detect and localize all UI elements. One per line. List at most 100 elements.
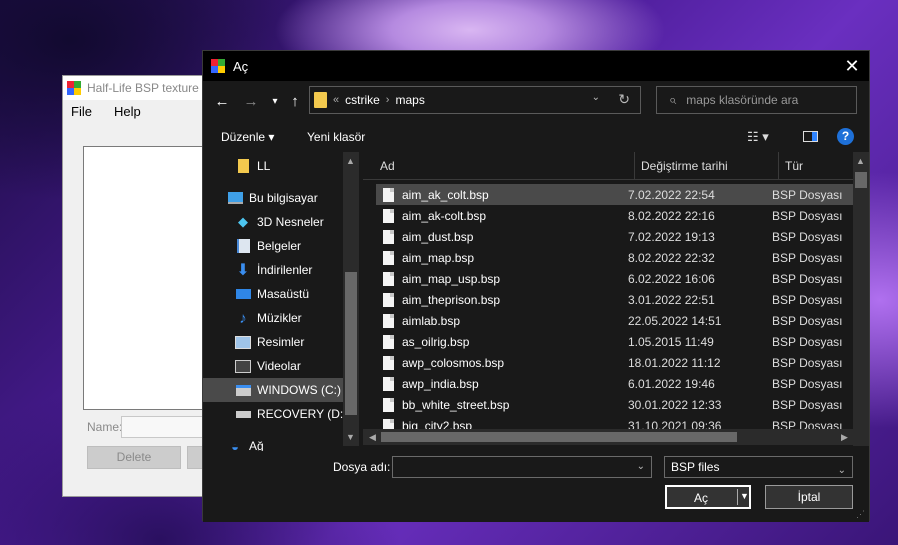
videos-icon [235,358,251,374]
file-row[interactable]: as_oilrig.bsp 1.05.2015 11:49 BSP Dosyası [376,331,853,352]
file-type: BSP Dosyası [772,292,843,307]
nav-item-ll[interactable]: LL [203,154,361,178]
forward-arrow-icon[interactable]: → [243,93,259,110]
file-type: BSP Dosyası [772,355,843,370]
up-arrow-icon[interactable]: ↑ [287,93,303,110]
file-name: aim_ak_colt.bsp [402,187,489,202]
file-name: aim_theprison.bsp [402,292,501,307]
file-row[interactable]: awp_india.bsp 6.01.2022 19:46 BSP Dosyası [376,373,853,394]
delete-button[interactable]: Delete [87,446,181,469]
scroll-up-icon[interactable]: ▲ [346,156,355,166]
address-bar[interactable]: « cstrike › maps ⌄ ↻ [309,86,641,114]
file-type: BSP Dosyası [772,271,843,286]
nav-item-this-pc[interactable]: Bu bilgisayar [203,186,361,210]
column-divider[interactable] [634,152,635,179]
file-type-select[interactable]: BSP files ⌄ [664,456,853,478]
column-divider[interactable] [778,152,779,179]
nav-item-documents[interactable]: Belgeler [203,234,361,258]
file-icon [383,271,394,286]
nav-item-pictures[interactable]: Resimler [203,330,361,354]
nav-pane-scrollbar[interactable]: ▲ ▼ [343,152,359,446]
file-row[interactable]: bb_white_street.bsp 30.01.2022 12:33 BSP D… [376,394,853,415]
address-dropdown-icon[interactable]: ⌄ [592,92,600,103]
nav-item-label: RECOVERY (D:) [257,407,348,421]
refresh-icon[interactable]: ↻ [618,91,630,108]
resize-grip-icon[interactable]: ⋰ [856,509,865,520]
breadcrumb-cstrike[interactable]: cstrike [345,93,380,107]
file-icon [383,313,394,328]
file-list-scrollbar[interactable]: ▲ [853,152,869,446]
command-toolbar: Düzenle ▾ Yeni klasör ☷ ▾ ? [203,123,869,151]
back-arrow-icon[interactable]: ← [214,93,230,110]
file-row[interactable]: aimlab.bsp 22.05.2022 14:51 BSP Dosyası [376,310,853,331]
file-row[interactable]: aim_theprison.bsp 3.01.2022 22:51 BSP Dosy… [376,289,853,310]
column-name[interactable]: Ad [380,159,395,173]
help-icon[interactable]: ? [837,128,854,145]
nav-item-label: 3D Nesneler [257,215,324,229]
breadcrumb-chevron-icon[interactable]: › [386,94,390,106]
nav-item-videos[interactable]: Videolar [203,354,361,378]
file-row[interactable]: aim_map.bsp 8.02.2022 22:32 BSP Dosyası [376,247,853,268]
nav-item-desktop[interactable]: Masaüstü [203,282,361,306]
close-icon[interactable]: ✕ [843,57,861,75]
file-name: aim_dust.bsp [402,229,474,244]
name-label: Name: [87,420,123,434]
menu-file[interactable]: File [71,104,92,119]
new-folder-button[interactable]: Yeni klasör [307,130,365,144]
menu-help[interactable]: Help [114,104,141,119]
scroll-up-icon[interactable]: ▲ [856,156,865,166]
file-date: 18.01.2022 11:12 [628,355,721,370]
dialog-titlebar[interactable]: Aç ✕ [203,51,869,81]
folder-icon [314,92,327,108]
preview-pane-icon[interactable] [803,131,818,142]
file-name-dropdown-icon[interactable]: ⌄ [637,461,645,472]
cancel-button[interactable]: İptal [765,485,853,509]
file-row[interactable]: aim_dust.bsp 7.02.2022 19:13 BSP Dosyası [376,226,853,247]
nav-item-3d-objects[interactable]: ◆ 3D Nesneler [203,210,361,234]
open-options-dropdown-icon[interactable]: ▼ [740,491,749,501]
documents-icon [235,238,251,254]
file-row[interactable]: aim_ak_colt.bsp 7.02.2022 22:54 BSP Dosyas… [376,184,853,205]
horizontal-scroll-thumb[interactable] [381,432,737,442]
nav-item-label: Belgeler [257,239,302,253]
file-row[interactable]: aim_map_usp.bsp 6.02.2022 16:06 BSP Dosyas… [376,268,853,289]
file-type: BSP Dosyası [772,208,843,223]
navigation-bar: ← → ▾ ↑ « cstrike › maps ⌄ ↻ ⌕ maps klas… [203,81,869,121]
search-box[interactable]: ⌕ maps klasöründe ara [656,86,857,114]
open-button[interactable]: Aç ▼ [665,485,751,509]
organize-menu[interactable]: Düzenle ▾ [221,130,274,144]
recent-locations-chevron-icon[interactable]: ▾ [267,96,283,107]
file-name-input[interactable]: ⌄ [392,456,652,478]
nav-pane-scroll-thumb[interactable] [345,272,357,415]
scroll-down-icon[interactable]: ▼ [346,432,355,442]
file-list-horizontal-scrollbar[interactable]: ◀ ▶ [363,429,853,445]
scroll-left-icon[interactable]: ◀ [369,432,376,443]
view-options-icon[interactable]: ☷ ▾ [747,129,769,145]
nav-item-network[interactable]: ◒ Ağ [203,434,361,453]
file-row[interactable]: aim_ak-colt.bsp 8.02.2022 22:16 BSP Dosyas… [376,205,853,226]
nav-item-downloads[interactable]: ⬇ İndirilenler [203,258,361,282]
file-list-scroll-thumb[interactable] [855,172,867,188]
nav-item-recovery-d[interactable]: RECOVERY (D:) [203,402,361,426]
drive-icon [235,406,251,422]
column-date[interactable]: Değiştirme tarihi [641,159,728,173]
file-row[interactable]: awp_colosmos.bsp 18.01.2022 11:12 BSP Dosy… [376,352,853,373]
file-date: 7.02.2022 19:13 [628,229,715,244]
breadcrumb-maps[interactable]: maps [395,93,424,107]
file-type-dropdown-icon[interactable]: ⌄ [838,461,846,481]
desktop-icon [235,286,251,302]
nav-item-label: İndirilenler [257,263,313,277]
file-date: 6.01.2022 19:46 [628,376,715,391]
file-date: 30.01.2022 12:33 [628,397,722,412]
column-type[interactable]: Tür [785,159,803,173]
download-icon: ⬇ [236,262,250,279]
split-divider [737,489,738,505]
nav-item-music[interactable]: ♪ Müzikler [203,306,361,330]
file-date: 7.02.2022 22:54 [628,187,715,202]
nav-item-windows-c[interactable]: WINDOWS (C:) [203,378,343,402]
file-type: BSP Dosyası [772,229,843,244]
breadcrumb-overflow[interactable]: « [333,94,339,106]
scroll-right-icon[interactable]: ▶ [841,432,848,443]
background-app-titlebar[interactable]: Half-Life BSP texture t [63,76,221,100]
column-header: Ad ⌃ Değiştirme tarihi Tür [363,152,853,180]
